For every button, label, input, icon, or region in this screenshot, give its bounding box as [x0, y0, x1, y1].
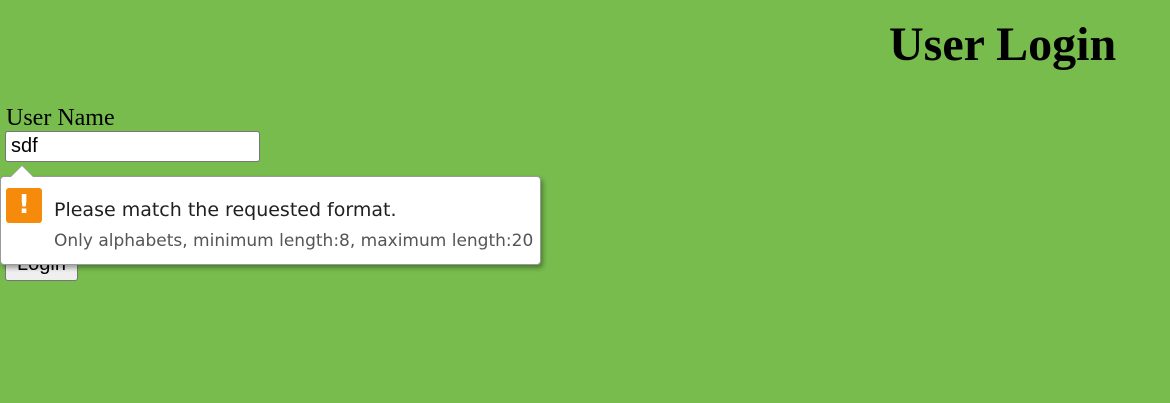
tooltip-arrow — [10, 165, 34, 177]
warning-icon: ! — [6, 188, 42, 223]
username-label: User Name — [6, 105, 115, 131]
tooltip-title: Please match the requested format. — [54, 199, 397, 221]
username-input[interactable] — [5, 131, 260, 162]
page-title: User Login — [889, 18, 1117, 71]
validation-tooltip: ! Please match the requested format. Onl… — [0, 165, 541, 265]
tooltip-detail: Only alphabets, minimum length:8, maximu… — [54, 231, 534, 251]
